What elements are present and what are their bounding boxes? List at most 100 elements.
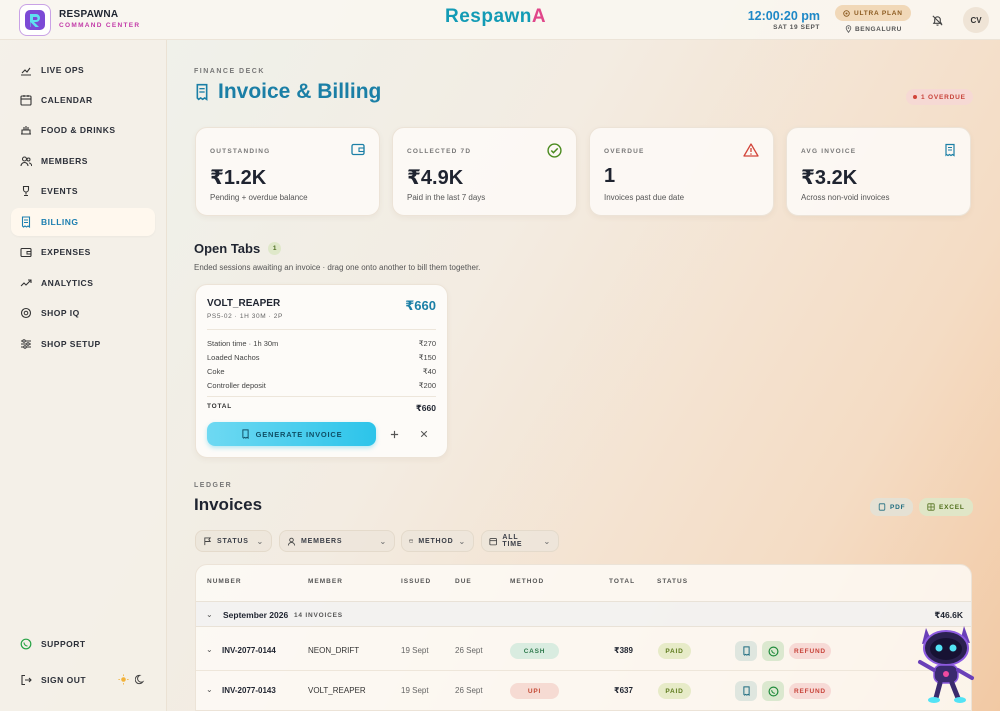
sidebar-item-analytics[interactable]: ANALYTICS xyxy=(11,269,155,297)
location-label: BENGALURU xyxy=(855,25,902,33)
column-header[interactable]: TOTAL xyxy=(609,578,635,585)
overdue-badge[interactable]: 1 OVERDUE xyxy=(906,89,973,105)
column-header[interactable]: STATUS xyxy=(657,578,688,585)
chevron-down-icon[interactable]: ⌄ xyxy=(206,610,213,619)
divider xyxy=(207,329,436,330)
tab-total-label: TOTAL xyxy=(207,403,233,410)
moon-icon[interactable] xyxy=(135,674,146,685)
flag-icon xyxy=(204,536,212,545)
add-icon[interactable] xyxy=(386,426,402,442)
trophy-icon xyxy=(22,185,30,197)
stat-label: AVG INVOICE xyxy=(801,148,857,155)
members-filter[interactable]: MEMBERS ⌄ xyxy=(279,530,395,552)
open-tabs-subtitle: Ended sessions awaiting an invoice · dra… xyxy=(194,263,481,272)
members-icon xyxy=(20,156,32,167)
wordmark[interactable]: RespawnA xyxy=(445,6,546,28)
sidebar-item-expenses[interactable]: EXPENSES xyxy=(11,238,155,266)
ledger-eyebrow: LEDGER xyxy=(194,482,233,489)
overdue-badge-label: 1 OVERDUE xyxy=(921,93,966,101)
tab-total-row: TOTAL ₹660 xyxy=(207,403,436,414)
sun-icon[interactable] xyxy=(118,674,129,685)
column-header[interactable]: ISSUED xyxy=(401,578,431,585)
plan-badge[interactable]: ULTRA PLAN xyxy=(835,5,911,21)
sidebar-item-members[interactable]: MEMBERS xyxy=(11,147,155,175)
export-pdf-button[interactable]: PDF xyxy=(870,498,914,516)
open-tab-card[interactable]: VOLT_REAPER PS5-02 · 1H 30M · 2P ₹660 St… xyxy=(195,284,448,458)
plan-icon xyxy=(843,9,850,17)
pin-icon xyxy=(845,25,852,33)
invoice-number[interactable]: INV-2077-0143 xyxy=(222,686,276,695)
stat-value: ₹3.2K xyxy=(801,167,858,189)
line-item-name: Controller deposit xyxy=(207,381,266,390)
stat-card-outstanding[interactable]: OUTSTANDING ₹1.2K Pending + overdue bala… xyxy=(195,127,380,216)
refund-button[interactable]: REFUND xyxy=(789,643,831,659)
whatsapp-share-button[interactable] xyxy=(762,641,784,661)
line-item-price: ₹200 xyxy=(418,381,436,390)
chevron-down-icon[interactable]: ⌄ xyxy=(206,685,213,694)
method-filter[interactable]: METHOD ⌄ xyxy=(401,530,474,552)
stat-sub: Paid in the last 7 days xyxy=(407,193,486,202)
stat-card-collected[interactable]: COLLECTED 7D ₹4.9K Paid in the last 7 da… xyxy=(392,127,577,216)
page-eyebrow: FINANCE DECK xyxy=(194,68,265,75)
generate-invoice-button[interactable]: GENERATE INVOICE xyxy=(207,422,376,446)
robot-cat-mascot-icon[interactable] xyxy=(912,618,980,704)
date-range-filter[interactable]: ALL TIME ⌄ xyxy=(481,530,559,552)
invoice-total: ₹389 xyxy=(614,646,633,655)
check-circle-icon xyxy=(547,143,562,158)
invoice-due: 26 Sept xyxy=(455,646,483,655)
avatar[interactable]: CV xyxy=(963,7,989,33)
sidebar-item-billing[interactable]: BILLING xyxy=(11,208,155,236)
sidebar-item-calendar[interactable]: CALENDAR xyxy=(11,86,155,114)
tab-amount: ₹660 xyxy=(405,298,436,313)
line-item-name: Loaded Nachos xyxy=(207,353,260,362)
sidebar-item-shop-setup[interactable]: SHOP SETUP xyxy=(11,330,155,358)
stat-value: 1 xyxy=(604,165,616,187)
receipt-icon xyxy=(742,686,750,696)
whatsapp-share-button[interactable] xyxy=(762,681,784,701)
sidebar-item-label: SUPPORT xyxy=(41,639,86,649)
whatsapp-icon xyxy=(768,646,778,656)
stat-label: OUTSTANDING xyxy=(210,148,271,155)
view-invoice-button[interactable] xyxy=(735,641,757,661)
notifications-off-icon[interactable] xyxy=(927,10,947,30)
chevron-down-icon[interactable]: ⌄ xyxy=(206,645,213,654)
column-header[interactable]: MEMBER xyxy=(308,578,343,585)
close-icon[interactable] xyxy=(416,426,432,442)
sidebar-item-support[interactable]: SUPPORT xyxy=(11,630,155,658)
invoice-number[interactable]: INV-2077-0144 xyxy=(222,646,276,655)
view-invoice-button[interactable] xyxy=(735,681,757,701)
wallet-icon xyxy=(351,143,365,156)
calendar-icon xyxy=(20,95,32,106)
tab-line-item: Coke ₹40 xyxy=(207,367,436,376)
table-row[interactable]: ⌄ INV-2077-0144 NEON_DRIFT 19 Sept 26 Se… xyxy=(196,631,971,671)
open-tabs-title: Open Tabs 1 xyxy=(194,241,282,256)
stat-card-overdue[interactable]: OVERDUE 1 Invoices past due date xyxy=(589,127,774,216)
refund-button[interactable]: REFUND xyxy=(789,683,831,699)
receipt-icon xyxy=(196,83,208,101)
sidebar-item-events[interactable]: EVENTS xyxy=(11,177,155,205)
sidebar-item-label: EXPENSES xyxy=(41,247,91,257)
group-name: September 2026 xyxy=(223,610,289,620)
stat-value: ₹1.2K xyxy=(210,167,267,189)
sidebar-item-shop-iq[interactable]: SHOP IQ xyxy=(11,299,155,327)
column-header[interactable]: DUE xyxy=(455,578,472,585)
column-header[interactable]: METHOD xyxy=(510,578,544,585)
column-header[interactable]: NUMBER xyxy=(207,578,242,585)
receipt-icon xyxy=(241,429,249,439)
export-excel-button[interactable]: EXCEL xyxy=(919,498,973,516)
sidebar-item-sign-out[interactable]: SIGN OUT xyxy=(11,666,111,694)
status-filter[interactable]: STATUS ⌄ xyxy=(195,530,272,552)
receipt-icon xyxy=(21,216,31,228)
sidebar-item-food-drinks[interactable]: FOOD & DRINKS xyxy=(11,116,155,144)
sidebar-item-live-ops[interactable]: LIVE OPS xyxy=(11,56,155,84)
sidebar-item-label: FOOD & DRINKS xyxy=(41,125,116,135)
theme-toggle[interactable] xyxy=(118,674,146,685)
table-row[interactable]: ⌄ INV-2077-0143 VOLT_REAPER 19 Sept 26 S… xyxy=(196,671,971,710)
sidebar-item-label: BILLING xyxy=(41,217,79,227)
invoice-issued: 19 Sept xyxy=(401,646,429,655)
group-row-september[interactable]: ⌄ September 2026 14 INVOICES ₹46.6K xyxy=(196,601,971,627)
generate-invoice-label: GENERATE INVOICE xyxy=(255,429,343,439)
warning-icon xyxy=(743,143,759,157)
brand-logo[interactable] xyxy=(19,4,51,36)
stat-card-avg-invoice[interactable]: AVG INVOICE ₹3.2K Across non-void invoic… xyxy=(786,127,971,216)
